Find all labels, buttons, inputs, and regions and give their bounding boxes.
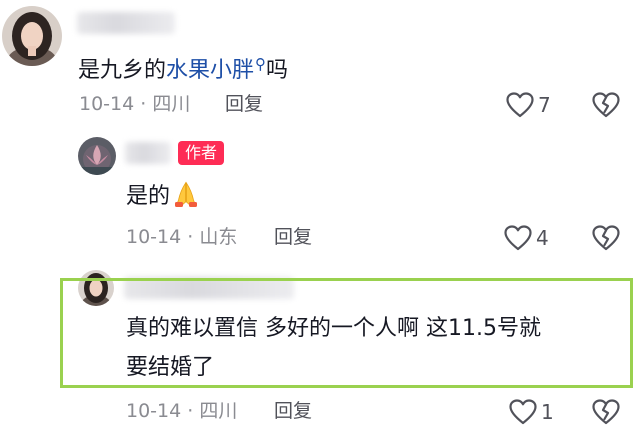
- comment-meta: 10-14 · 山东: [126, 226, 238, 248]
- comment-item: 真的难以置信 多好的一个人啊 这11.5号就 要结婚了 10-14 · 四川 回…: [0, 265, 640, 425]
- author-badge: 作者: [178, 141, 225, 165]
- username[interactable]: [124, 277, 294, 299]
- like-count: 7: [538, 93, 551, 117]
- dislike-button[interactable]: [591, 224, 621, 252]
- comment-text: 是九乡的水果小胖⚲吗: [78, 55, 289, 83]
- like-button[interactable]: 7: [505, 91, 551, 119]
- dislike-button[interactable]: [591, 398, 621, 425]
- folded-hands-emoji: [175, 181, 198, 207]
- like-button[interactable]: 1: [508, 398, 554, 425]
- comment-meta: 10-14 · 四川: [126, 400, 238, 422]
- reply-button[interactable]: 回复: [274, 224, 312, 250]
- username[interactable]: [125, 142, 171, 164]
- avatar[interactable]: [2, 6, 62, 66]
- broken-heart-icon: [592, 92, 620, 118]
- heart-icon: [504, 225, 532, 251]
- like-count: 4: [536, 226, 549, 250]
- avatar[interactable]: [78, 137, 116, 175]
- search-icon[interactable]: ⚲: [255, 55, 266, 73]
- comment-thread: 是九乡的水果小胖⚲吗 10-14 · 四川 回复 7 作者 是的 10-14 ·…: [0, 0, 640, 425]
- comment-text-continued: 要结婚了: [126, 355, 215, 380]
- comment-item: 作者 是的 10-14 · 山东 回复 4: [0, 130, 640, 265]
- comment-item: 是九乡的水果小胖⚲吗 10-14 · 四川 回复 7: [0, 0, 640, 130]
- heart-icon: [509, 399, 537, 425]
- username[interactable]: [77, 12, 175, 34]
- dislike-button[interactable]: [591, 91, 621, 119]
- like-count: 1: [541, 400, 554, 424]
- reply-button[interactable]: 回复: [274, 398, 312, 424]
- reply-button[interactable]: 回复: [225, 91, 263, 117]
- like-button[interactable]: 4: [503, 224, 549, 252]
- comment-text: 真的难以置信 多好的一个人啊 这11.5号就: [126, 316, 541, 341]
- comment-meta: 10-14 · 四川: [79, 93, 191, 115]
- avatar[interactable]: [78, 270, 114, 306]
- keyword-link[interactable]: 水果小胖: [166, 58, 254, 83]
- broken-heart-icon: [592, 399, 620, 425]
- comment-text: 是的: [126, 180, 200, 213]
- broken-heart-icon: [592, 225, 620, 251]
- heart-icon: [506, 92, 534, 118]
